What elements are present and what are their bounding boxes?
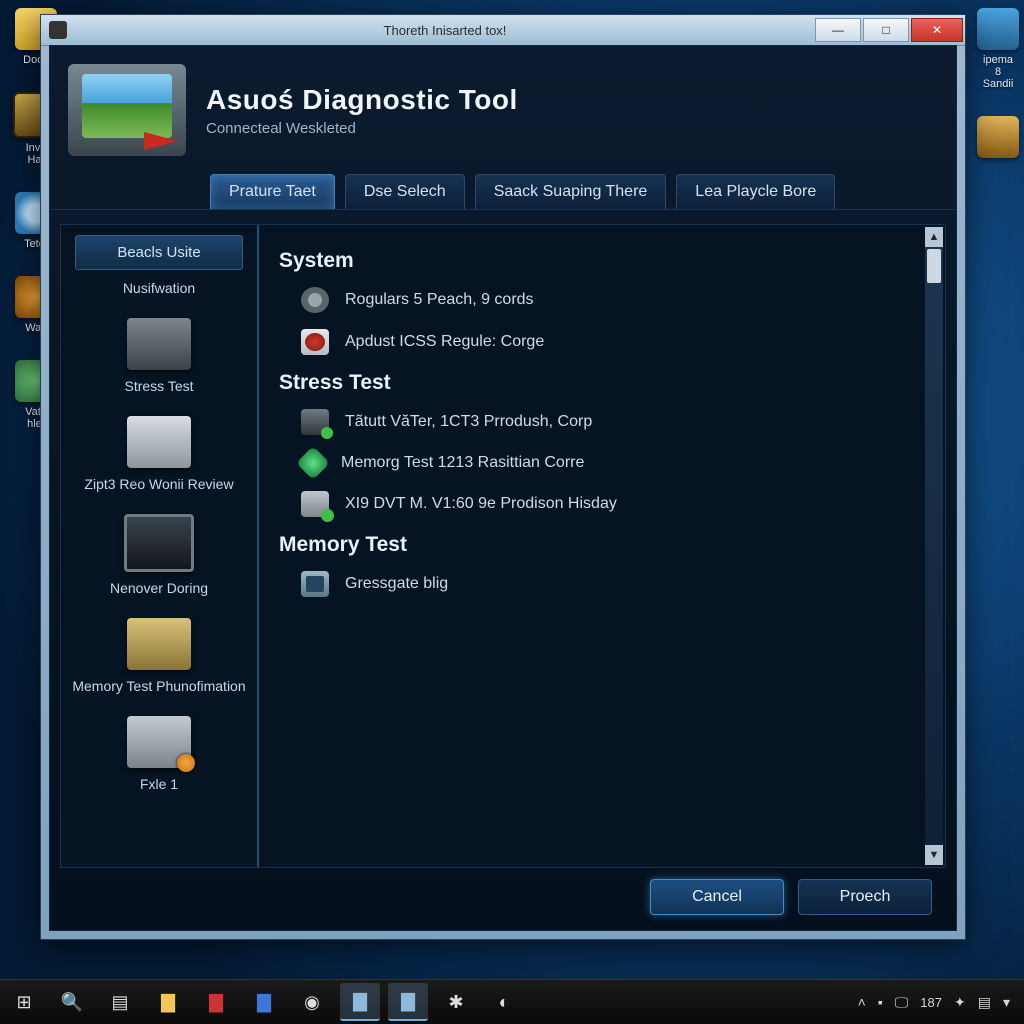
scroll-up-button[interactable]: ▲: [925, 227, 943, 247]
cancel-button[interactable]: Cancel: [650, 879, 784, 915]
task-app-4-icon[interactable]: ✱: [436, 984, 476, 1020]
desktop: DoocInve HatTetetWayVate hlet ipema 8 Sa…: [0, 0, 1024, 1024]
list-item[interactable]: Memorg Test 1213 Rasittian Corre: [301, 451, 905, 475]
sidebar-item-label: Zipt3 Reo Wonii Review: [67, 476, 251, 492]
task-app-1-icon[interactable]: ▇: [196, 984, 236, 1020]
footer-buttons: Cancel Proech: [60, 874, 946, 920]
list-item-label: XI9 DVT M. V1:60 9e Prodison Hisday: [345, 495, 617, 513]
list-item-label: Memorg Test 1213 Rasittian Corre: [341, 454, 584, 472]
search-icon[interactable]: 🔍: [52, 984, 92, 1020]
scroll-down-button[interactable]: ▼: [925, 845, 943, 865]
gem-icon: [296, 446, 330, 480]
app-logo-icon: [68, 64, 186, 156]
list-item-label: Rogulars 5 Peach, 9 cords: [345, 291, 534, 309]
window-title: Thoreth Inisarted tox!: [75, 23, 815, 38]
scroll-thumb[interactable]: [927, 249, 941, 283]
titlebar[interactable]: Thoreth Inisarted tox! — □ ✕: [41, 15, 965, 46]
desktop-icon-0[interactable]: ipema 8 Sandii: [968, 8, 1024, 90]
sidebar-item-icon: [127, 716, 191, 768]
list-item-label: Tãtutt VăTer, 1CT3 Prrodush, Corp: [345, 413, 592, 431]
sidebar-item-label: Nusifwation: [67, 280, 251, 296]
sidebar-item-label: Memory Test Phunofimation: [67, 678, 251, 694]
tray-chevron-icon[interactable]: ˄: [858, 994, 866, 1010]
app-title: Asuoś Diagnostic Tool: [206, 84, 518, 116]
task-app-active-icon[interactable]: ▇: [340, 983, 380, 1021]
tray-network-icon[interactable]: ▤: [978, 994, 991, 1011]
sidebar-item-icon: [127, 318, 191, 370]
sidebar-item-icon: [127, 416, 191, 468]
sidebar: Beacls Usite Nusifwation Stress Test Zipt3…: [61, 225, 259, 867]
sidebar-item-4[interactable]: Memory Test Phunofimation: [67, 618, 251, 694]
close-button[interactable]: ✕: [911, 18, 963, 42]
app-header: Asuoś Diagnostic Tool Connecteal Wesklet…: [50, 46, 956, 174]
titlebar-icon: [49, 21, 67, 39]
app-title-block: Asuoś Diagnostic Tool Connecteal Wesklet…: [206, 84, 518, 137]
tab-3[interactable]: Lea Playcle Bore: [676, 174, 835, 209]
task-app-5-icon[interactable]: ◐: [484, 984, 524, 1020]
desktop-icon-label: ipema 8 Sandii: [968, 54, 1024, 90]
tab-1[interactable]: Dse Selech: [345, 174, 465, 209]
tray-volume-icon[interactable]: ▾: [1003, 994, 1010, 1011]
desktop-icons-right: ipema 8 Sandii: [968, 8, 1024, 184]
sidebar-item-icon: [124, 514, 194, 572]
list-item[interactable]: Apdust ICSS Regule: Corge: [301, 329, 905, 355]
chrome-icon[interactable]: ◉: [292, 984, 332, 1020]
chip-icon: [301, 571, 329, 597]
sidebar-item-0[interactable]: Nusifwation: [67, 280, 251, 296]
tray-settings-icon[interactable]: ✦: [954, 994, 966, 1011]
sidebar-item-label: Nenover Doring: [67, 580, 251, 596]
shield-icon: [301, 329, 329, 355]
list-item-label: Gressgate blig: [345, 575, 448, 593]
sidebar-item-2[interactable]: Zipt3 Reo Wonii Review: [67, 416, 251, 492]
proceed-button[interactable]: Proech: [798, 879, 932, 915]
list-item[interactable]: XI9 DVT M. V1:60 9e Prodison Hisday: [301, 491, 905, 517]
taskbar: ⊞ 🔍 ▤ ▇ ▇ ▇ ◉ ▇ ▇ ✱ ◐ ˄ ▪ 🖵 187 ✦ ▤ ▾: [0, 979, 1024, 1024]
tab-2[interactable]: Saack Suaping There: [475, 174, 667, 209]
scrollbar[interactable]: ▲ ▼: [925, 227, 943, 865]
sidebar-item-5[interactable]: Fxle 1: [67, 716, 251, 792]
list-item[interactable]: Gressgate blig: [301, 571, 905, 597]
desktop-icon-image: [977, 116, 1019, 158]
explorer-icon[interactable]: ▇: [148, 984, 188, 1020]
taskview-icon[interactable]: ▤: [100, 984, 140, 1020]
system-tray[interactable]: ˄ ▪ 🖵 187 ✦ ▤ ▾: [852, 994, 1024, 1011]
section-heading-1: Stress Test: [279, 371, 905, 395]
sidebar-header[interactable]: Beacls Usite: [75, 235, 243, 270]
sidebar-item-label: Fxle 1: [67, 776, 251, 792]
tray-count: 187: [920, 995, 942, 1010]
app-subtitle: Connecteal Weskleted: [206, 120, 518, 137]
app-window: Thoreth Inisarted tox! — □ ✕ Asuoś Diagn…: [40, 14, 966, 940]
list-item-label: Apdust ICSS Regule: Corge: [345, 333, 544, 351]
minimize-button[interactable]: —: [815, 18, 861, 42]
desktop-icon-1[interactable]: [968, 116, 1024, 158]
gear-icon: [301, 287, 329, 313]
list-item[interactable]: Rogulars 5 Peach, 9 cords: [301, 287, 905, 313]
sidebar-item-3[interactable]: Nenover Doring: [67, 514, 251, 596]
start-button[interactable]: ⊞: [4, 984, 44, 1020]
tab-bar: Prature Taet Dse Selech Saack Suaping Ther…: [50, 174, 956, 210]
mon-icon: [301, 409, 329, 435]
pack-icon: [301, 491, 329, 517]
tab-0[interactable]: Prature Taet: [210, 174, 335, 209]
main-panel: System Rogulars 5 Peach, 9 cords Apdust IC…: [259, 225, 925, 867]
tray-monitor-icon[interactable]: 🖵: [895, 994, 909, 1011]
sidebar-item-1[interactable]: Stress Test: [67, 318, 251, 394]
task-app-2-icon[interactable]: ▇: [244, 984, 284, 1020]
task-app-3-icon[interactable]: ▇: [388, 983, 428, 1021]
content-area: Beacls Usite Nusifwation Stress Test Zipt3…: [60, 224, 946, 868]
sidebar-item-icon: [127, 618, 191, 670]
app-body: Asuoś Diagnostic Tool Connecteal Wesklet…: [49, 45, 957, 931]
section-heading-2: Memory Test: [279, 533, 905, 557]
maximize-button[interactable]: □: [863, 18, 909, 42]
desktop-icon-image: [977, 8, 1019, 50]
tray-app-icon[interactable]: ▪: [878, 994, 883, 1010]
sidebar-item-label: Stress Test: [67, 378, 251, 394]
list-item[interactable]: Tãtutt VăTer, 1CT3 Prrodush, Corp: [301, 409, 905, 435]
section-heading-0: System: [279, 249, 905, 273]
